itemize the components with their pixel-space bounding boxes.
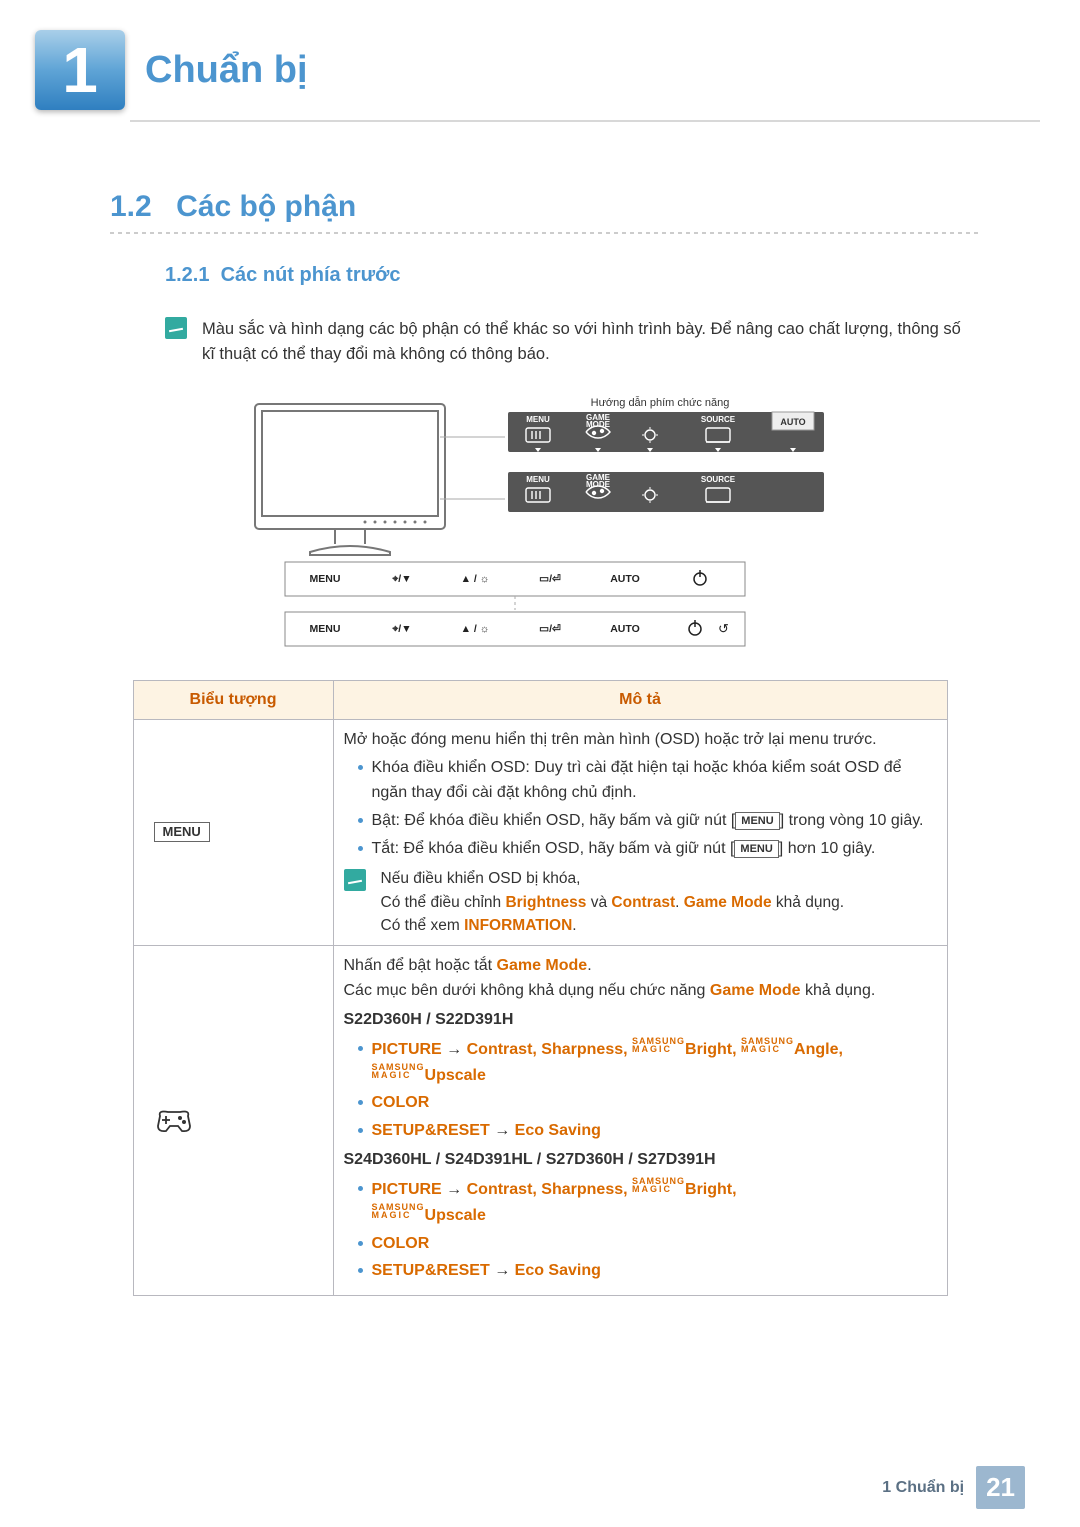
- button-bar-2: MENU ⌖/▼ ▲ / ☼ ▭/⏎ AUTO ↺: [285, 612, 745, 646]
- note-icon: [344, 869, 366, 891]
- table-header-icon: Biểu tượng: [133, 680, 333, 719]
- gamepad-icon: [154, 1108, 194, 1134]
- svg-text:AUTO: AUTO: [610, 573, 640, 585]
- section-number: 1.2: [110, 190, 152, 224]
- svg-text:SOURCE: SOURCE: [701, 475, 736, 484]
- svg-text:MENU: MENU: [526, 415, 550, 424]
- svg-text:MODE: MODE: [586, 480, 611, 489]
- diagram-caption: Hướng dẫn phím chức năng: [591, 396, 730, 409]
- table-header-desc: Mô tả: [333, 680, 947, 719]
- svg-text:MODE: MODE: [586, 420, 611, 429]
- svg-text:▲ / ☼: ▲ / ☼: [461, 573, 490, 585]
- svg-text:⌖/▼: ⌖/▼: [391, 573, 411, 585]
- svg-text:MENU: MENU: [310, 623, 341, 635]
- info-note: Màu sắc và hình dạng các bộ phận có thể …: [165, 317, 975, 367]
- header-underline: [130, 120, 1040, 122]
- table-row: MENU Mở hoặc đóng menu hiển thị trên màn…: [133, 719, 947, 946]
- note-icon: [165, 317, 187, 339]
- desc-cell-gamepad: Nhấn để bật hoặc tắt Game Mode. Các mục …: [333, 946, 947, 1296]
- svg-text:AUTO: AUTO: [610, 623, 640, 635]
- osd-guide-row-1: MENU GAMEMODE SOURCE AUTO: [508, 412, 824, 452]
- footer-text: 1 Chuẩn bị: [882, 1479, 964, 1497]
- front-buttons-diagram: Hướng dẫn phím chức năng MENU GAMEMODE S…: [250, 392, 830, 652]
- svg-text:▲ / ☼: ▲ / ☼: [461, 623, 490, 635]
- table-row: Nhấn để bật hoặc tắt Game Mode. Các mục …: [133, 946, 947, 1296]
- svg-text:AUTO: AUTO: [780, 417, 805, 427]
- chapter-number-badge: 1: [35, 30, 125, 110]
- page-number: 21: [976, 1466, 1025, 1509]
- svg-text:▭/⏎: ▭/⏎: [539, 573, 561, 585]
- chapter-header: 1 Chuẩn bị: [0, 0, 1080, 110]
- page-footer: 1 Chuẩn bị 21: [882, 1466, 1025, 1509]
- button-description-table: Biểu tượng Mô tả MENU Mở hoặc đóng menu …: [133, 680, 948, 1297]
- note-text: Màu sắc và hình dạng các bộ phận có thể …: [202, 317, 975, 367]
- subsection-heading: 1.2.1 Các nút phía trước: [165, 264, 1080, 287]
- button-bar-1: MENU ⌖/▼ ▲ / ☼ ▭/⏎ AUTO: [285, 562, 745, 596]
- svg-text:⌖/▼: ⌖/▼: [391, 623, 411, 635]
- svg-text:MENU: MENU: [526, 475, 550, 484]
- icon-cell-gamepad: [133, 946, 333, 1296]
- svg-text:SOURCE: SOURCE: [701, 415, 736, 424]
- osd-guide-row-2: MENU GAMEMODE SOURCE: [508, 472, 824, 512]
- icon-cell-menu: MENU: [133, 719, 333, 946]
- svg-text:▭/⏎: ▭/⏎: [539, 623, 561, 635]
- section-underline: [110, 232, 980, 234]
- desc-cell-menu: Mở hoặc đóng menu hiển thị trên màn hình…: [333, 719, 947, 946]
- section-title: Các bộ phận: [176, 190, 356, 224]
- chapter-title: Chuẩn bị: [145, 49, 308, 92]
- svg-text:↺: ↺: [718, 621, 729, 636]
- svg-text:MENU: MENU: [310, 573, 341, 585]
